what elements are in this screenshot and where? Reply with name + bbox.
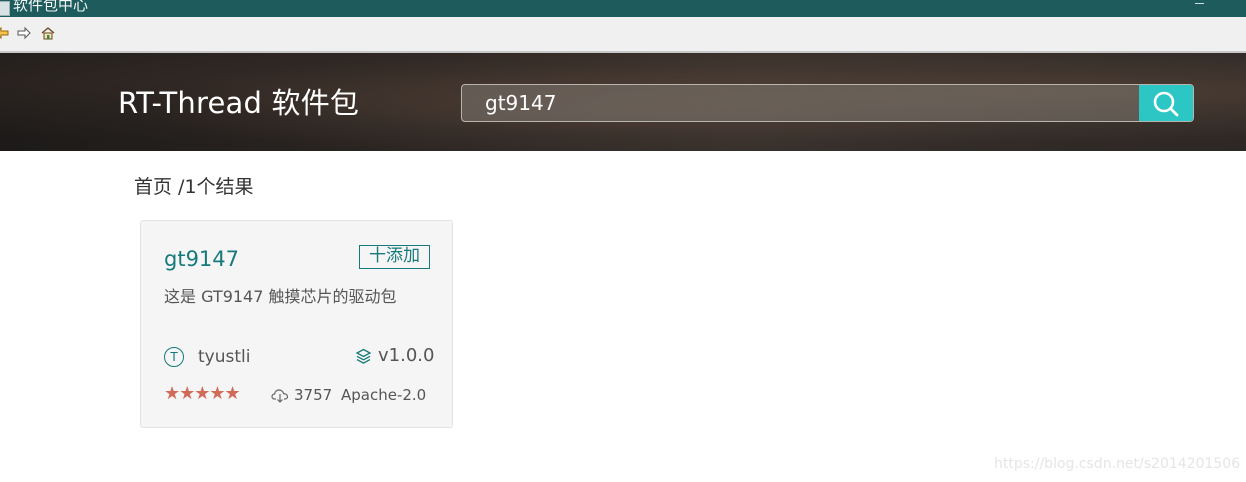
search-button[interactable] (1139, 85, 1193, 121)
package-version: v1.0.0 (378, 345, 435, 366)
header-banner: RT-Thread 软件包 (0, 53, 1246, 151)
watermark-text: https://blog.csdn.net/s2014201506 (994, 456, 1241, 472)
package-name-link[interactable]: gt9147 (164, 246, 239, 272)
rating-stars: ★★★★★ (164, 383, 241, 404)
breadcrumb-home-link[interactable]: 首页 (134, 176, 172, 198)
breadcrumb: 首页 /1个结果 (134, 175, 254, 199)
home-icon[interactable] (40, 25, 56, 40)
download-count: 3757 (294, 386, 333, 404)
author-icon: T (164, 347, 184, 367)
search-input[interactable] (462, 85, 1140, 121)
cloud-download-icon (271, 389, 289, 403)
license-label: Apache-2.0 (341, 386, 427, 404)
minimize-button[interactable] (1195, 3, 1204, 4)
package-description: 这是 GT9147 触摸芯片的驱动包 (164, 287, 397, 306)
search-bar (461, 84, 1194, 122)
forward-arrow-icon[interactable] (16, 25, 32, 40)
breadcrumb-separator: / (172, 176, 185, 198)
brand-title: RT-Thread 软件包 (118, 86, 360, 120)
layers-icon (355, 348, 372, 364)
package-card: gt9147 十添加 这是 GT9147 触摸芯片的驱动包 T tyustli … (140, 220, 453, 428)
back-arrow-icon[interactable] (0, 25, 10, 40)
window-title: 软件包中心 (13, 0, 89, 14)
app-icon (0, 1, 10, 16)
search-icon (1153, 91, 1179, 117)
add-package-button[interactable]: 十添加 (359, 245, 430, 269)
browser-toolbar (0, 17, 1246, 53)
package-author[interactable]: tyustli (198, 346, 250, 368)
result-count: 1个结果 (184, 176, 254, 198)
window-title-bar: 软件包中心 (0, 0, 1246, 17)
